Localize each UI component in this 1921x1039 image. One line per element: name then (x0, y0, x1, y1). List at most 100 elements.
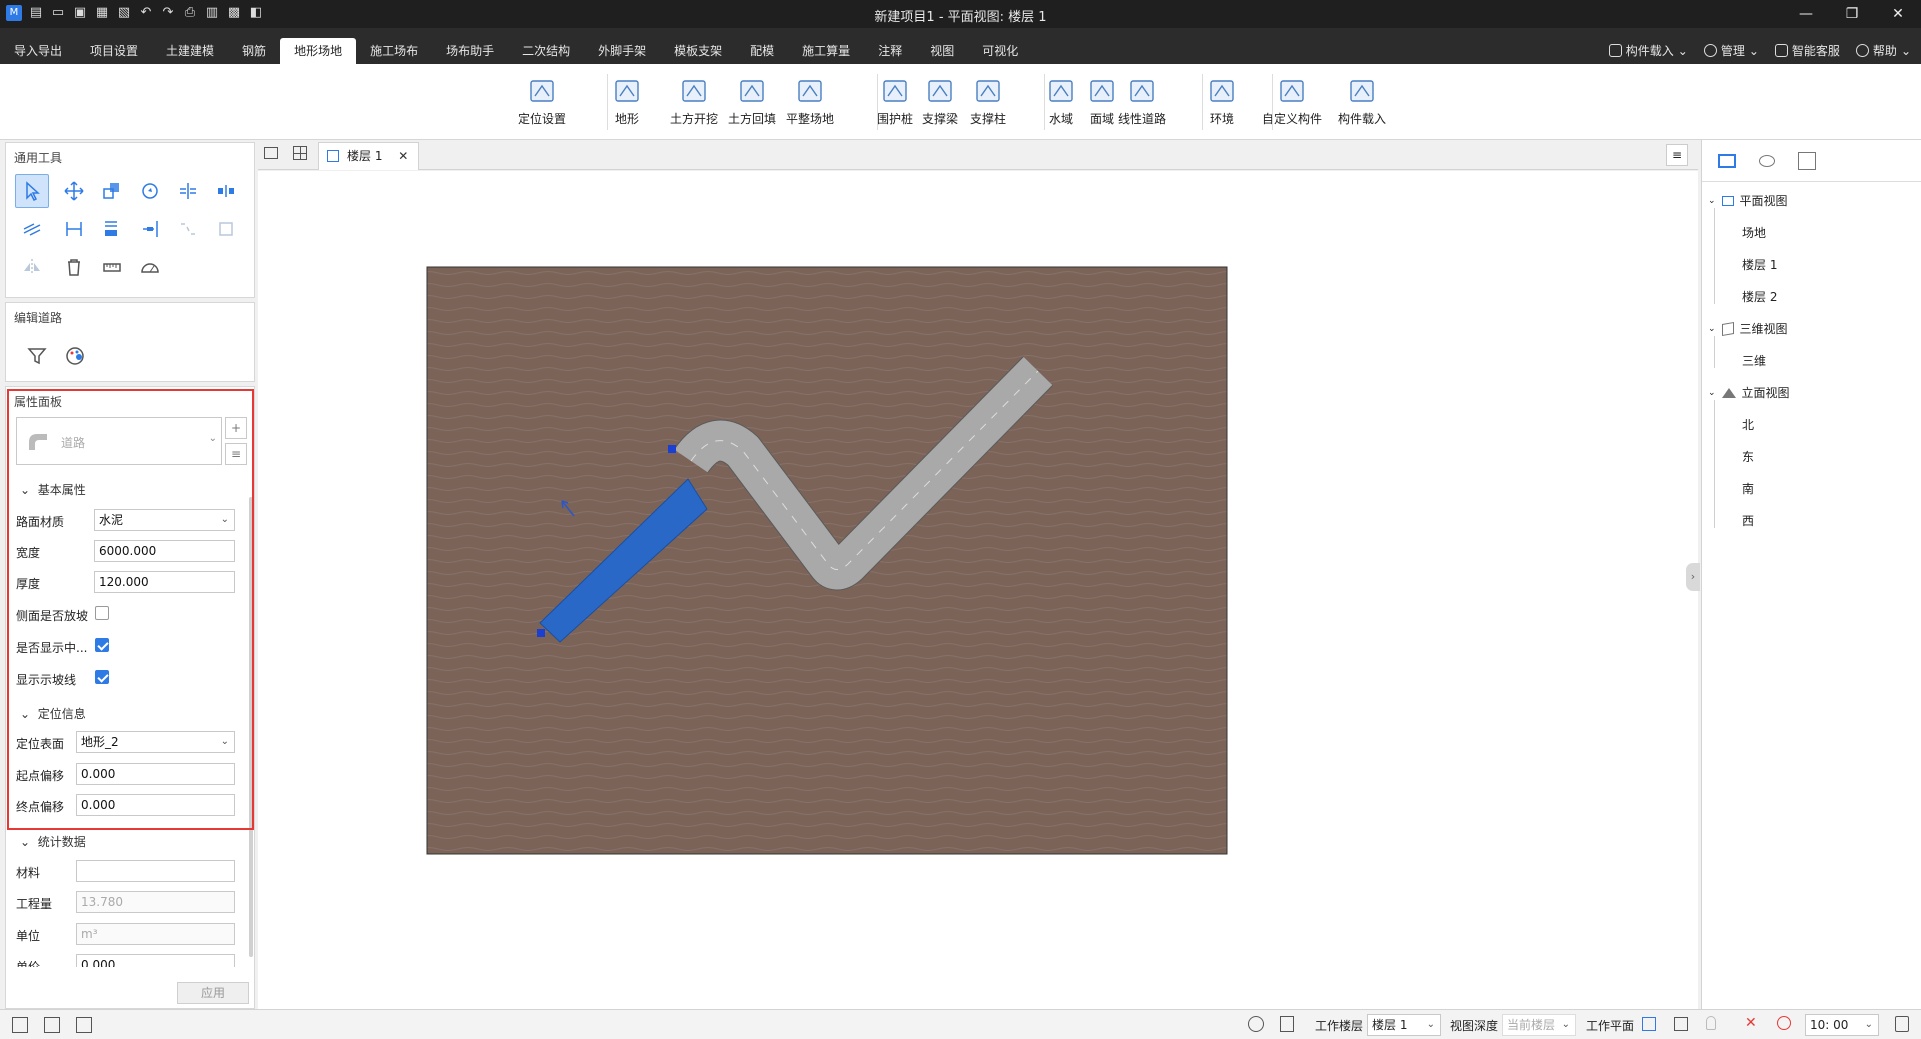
select-tool[interactable] (15, 174, 49, 208)
help-menu[interactable]: 帮助 ⌄ (1855, 42, 1911, 59)
tree-item-floor-2[interactable]: 楼层 2 (1742, 288, 1777, 305)
offset-tool[interactable] (15, 212, 49, 246)
mirror-tool[interactable] (15, 250, 49, 284)
start-grip[interactable] (537, 629, 545, 637)
dimension-tool[interactable] (57, 212, 91, 246)
angle-tool[interactable] (133, 250, 167, 284)
ribbon-button-leveling[interactable]: 平整场地 (780, 76, 840, 127)
tree-item-east[interactable]: 东 (1742, 448, 1754, 465)
layout-3-icon[interactable] (76, 1017, 92, 1033)
align-tool[interactable] (209, 174, 243, 208)
drawing-canvas[interactable] (258, 171, 1698, 1009)
split-tool[interactable] (171, 174, 205, 208)
ribbon-button-label: 土方开挖 (669, 112, 718, 126)
unit-field: m³ (76, 923, 235, 945)
tree-item-south[interactable]: 南 (1742, 480, 1754, 497)
rotate-tool[interactable] (133, 174, 167, 208)
close-tab-icon[interactable]: ✕ (398, 149, 408, 163)
ribbon-button-support-column[interactable]: 支撑柱 (958, 76, 1018, 127)
copy-tool[interactable] (95, 174, 129, 208)
tree-item-west[interactable]: 西 (1742, 512, 1754, 529)
tab-visibility[interactable] (1750, 146, 1784, 176)
apply-button[interactable]: 应用 (177, 982, 249, 1004)
menu-tab[interactable]: 项目设置 (76, 38, 152, 64)
smart-service-menu[interactable]: 智能客服 (1774, 42, 1840, 59)
settings-cube-icon[interactable] (1895, 1016, 1909, 1032)
ribbon-separator (1272, 74, 1273, 130)
ribbon-button-excavation[interactable]: 土方开挖 (664, 76, 724, 127)
collapse-right-panel-button[interactable]: › (1686, 563, 1700, 591)
tab-views[interactable] (1710, 146, 1744, 176)
tree-item-floor-1[interactable]: 楼层 1 (1742, 256, 1777, 273)
ribbon-button-backfill[interactable]: 土方回填 (722, 76, 782, 127)
filter-tool[interactable] (20, 339, 54, 373)
extend-tool[interactable] (133, 212, 167, 246)
menu-tab[interactable]: 视图 (916, 38, 968, 64)
layout-1-icon[interactable] (12, 1017, 28, 1033)
tree-plan-view[interactable]: ⌄ 平面视图 (1708, 192, 1788, 209)
menu-tab[interactable]: 钢筋 (228, 38, 280, 64)
view-depth-select[interactable]: 当前楼层 ⌄ (1502, 1014, 1576, 1036)
warning-icon[interactable] (1777, 1016, 1791, 1030)
minimize-button[interactable]: — (1783, 0, 1829, 28)
plan-view-drawing[interactable] (258, 171, 1698, 1009)
close-button[interactable]: ✕ (1875, 0, 1921, 28)
ribbon-button-tree[interactable]: 环境 (1192, 76, 1252, 127)
project-browser-icon[interactable] (264, 147, 278, 159)
mirror-icon (24, 259, 40, 275)
menu-tab[interactable]: 模板支架 (660, 38, 736, 64)
menu-tab[interactable]: 配模 (736, 38, 788, 64)
tree-elevation-view[interactable]: ⌄ 立面视图 (1708, 384, 1790, 401)
break-tool[interactable] (171, 212, 205, 246)
stat-material-field[interactable] (76, 860, 235, 882)
menu-tab[interactable]: 施工算量 (788, 38, 864, 64)
grid-icon[interactable] (1674, 1017, 1688, 1031)
tree-3d-view[interactable]: ⌄ 三维视图 (1708, 320, 1788, 337)
component-load-menu[interactable]: 构件载入 ⌄ (1608, 42, 1688, 59)
ribbon-button-axis[interactable]: 定位设置 (512, 76, 572, 127)
scale-select[interactable]: 10: 00 ⌄ (1805, 1014, 1879, 1036)
document-icon[interactable] (1280, 1016, 1294, 1032)
ribbon-button-road[interactable]: 线性道路 (1112, 76, 1172, 127)
unit-price-field[interactable]: 0.000 (76, 954, 235, 967)
unit-price-row: 单价 0.000 (6, 953, 246, 967)
measure-tool[interactable] (95, 250, 129, 284)
tile-views-icon[interactable] (293, 146, 307, 160)
menu-tab[interactable]: 导入导出 (0, 38, 76, 64)
menu-tab[interactable]: 可视化 (968, 38, 1032, 64)
stats-section-header[interactable]: ⌄ 统计数据 (20, 833, 86, 850)
group-tool[interactable] (209, 212, 243, 246)
palette-tool[interactable] (58, 339, 92, 373)
delete-tool[interactable] (57, 250, 91, 284)
menu-tab[interactable]: 施工场布 (356, 38, 432, 64)
tree-item-north[interactable]: 北 (1742, 416, 1754, 433)
move-tool[interactable] (57, 174, 91, 208)
ribbon-button-label: 水域 (1048, 112, 1073, 126)
manage-menu[interactable]: 管理 ⌄ (1703, 42, 1759, 59)
menu-tab[interactable]: 场布助手 (432, 38, 508, 64)
menu-tab[interactable]: 二次结构 (508, 38, 584, 64)
tab-layout[interactable] (1790, 146, 1824, 176)
tree-item-3d[interactable]: 三维 (1742, 352, 1766, 369)
view-list-menu-icon[interactable]: ≡ (1666, 144, 1688, 166)
tab-floor-1[interactable]: 楼层 1 ✕ (318, 142, 420, 170)
ribbon-button-component-load[interactable]: 构件载入 (1332, 76, 1392, 127)
zoom-fit-icon[interactable] (1248, 1016, 1264, 1032)
restore-button[interactable]: ❐ (1829, 0, 1875, 28)
light-icon[interactable] (1706, 1016, 1716, 1030)
menu-tab[interactable]: 外脚手架 (584, 38, 660, 64)
tree-item-site[interactable]: 场地 (1742, 224, 1766, 241)
layout-2-icon[interactable] (44, 1017, 60, 1033)
work-floor-select[interactable]: 楼层 1 ⌄ (1367, 1014, 1441, 1036)
ribbon-button-terrain[interactable]: 地形 (597, 76, 657, 127)
menu-tab[interactable]: 土建建模 (152, 38, 228, 64)
trash-icon (68, 259, 80, 276)
error-check-icon[interactable]: ✕ (1745, 1015, 1757, 1031)
end-grip[interactable] (668, 445, 676, 453)
axis-icon (530, 80, 554, 102)
work-plane-icon[interactable] (1642, 1017, 1656, 1031)
menu-tab[interactable]: 注释 (864, 38, 916, 64)
menu-tab[interactable]: 地形场地 (280, 38, 357, 64)
ribbon-button-custom-component[interactable]: 自定义构件 (1262, 76, 1322, 127)
array-tool[interactable] (95, 212, 129, 246)
